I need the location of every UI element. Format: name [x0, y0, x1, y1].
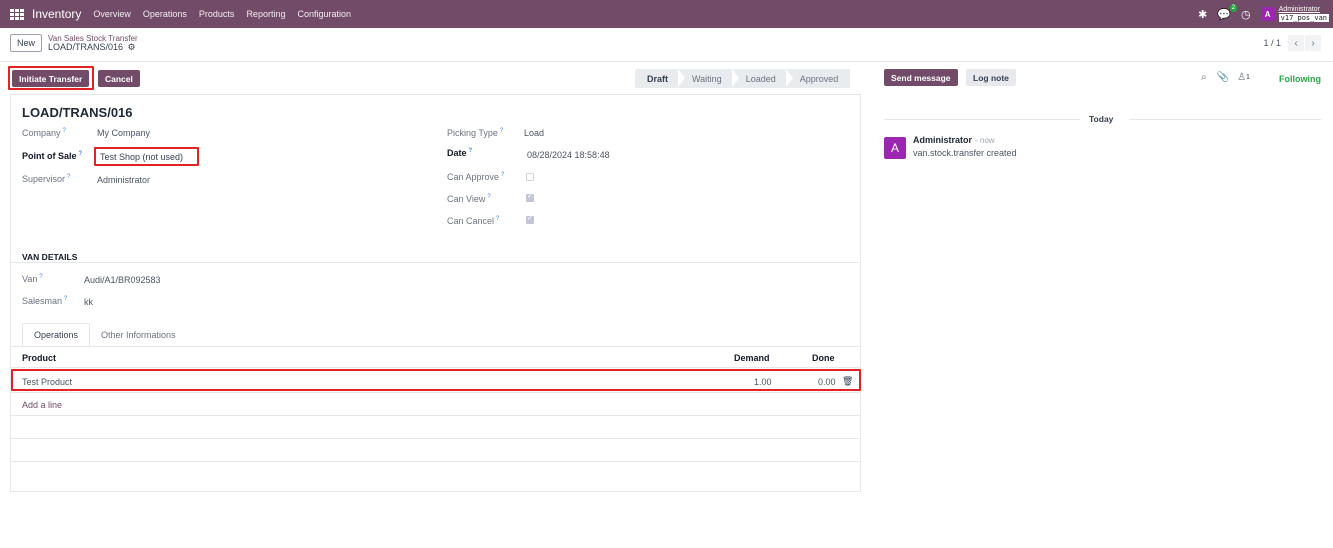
- following-button[interactable]: Following: [1279, 74, 1321, 84]
- company-label: Company?: [22, 128, 66, 138]
- user-name: Administrator: [1278, 6, 1320, 13]
- status-bar: Draft Waiting Loaded Approved: [635, 69, 851, 88]
- supervisor-label: Supervisor?: [22, 174, 71, 184]
- row-done[interactable]: 0.00: [818, 377, 836, 387]
- supervisor-field[interactable]: Administrator: [97, 175, 150, 185]
- row-divider: [11, 415, 860, 416]
- message-time: - now: [975, 136, 995, 145]
- pos-field[interactable]: Test Shop (not used): [100, 152, 183, 162]
- row-divider: [11, 392, 860, 393]
- date-label: Date?: [447, 148, 473, 158]
- pager-counter[interactable]: 1 / 1: [1263, 38, 1281, 48]
- today-separator: Today: [1089, 114, 1114, 124]
- row-divider: [11, 438, 860, 439]
- followers-count: 1: [1246, 74, 1250, 81]
- can-approve-label: Can Approve?: [447, 172, 505, 182]
- van-field[interactable]: Audi/A1/BR092583: [84, 275, 161, 285]
- tabs-divider: [11, 346, 860, 347]
- van-details-heading: VAN DETAILS: [22, 252, 78, 262]
- notebook-tabs: Operations Other Informations: [22, 323, 187, 347]
- stage-loaded[interactable]: Loaded: [731, 69, 786, 88]
- message-body: van.stock.transfer created: [913, 148, 1017, 158]
- search-icon[interactable]: ⌕: [1201, 72, 1207, 83]
- initiate-transfer-button[interactable]: Initiate Transfer: [12, 70, 90, 87]
- pager-previous-icon[interactable]: ‹: [1288, 35, 1304, 51]
- section-divider: [11, 262, 860, 263]
- database-name: v17_pos_van: [1278, 14, 1329, 22]
- bug-icon[interactable]: ✱: [1198, 8, 1207, 21]
- column-done[interactable]: Done: [812, 353, 835, 363]
- row-divider: [11, 461, 860, 462]
- control-panel: New Van Sales Stock Transfer LOAD/TRANS/…: [0, 28, 1333, 62]
- row-demand[interactable]: 1.00: [754, 377, 772, 387]
- chatter-tools: ⌕ 📎 ♙ 1: [1201, 72, 1250, 83]
- app-name[interactable]: Inventory: [32, 7, 81, 21]
- pos-label: Point of Sale?: [22, 151, 83, 161]
- can-view-label: Can View?: [447, 194, 491, 204]
- header-divider: [11, 367, 860, 368]
- stage-draft[interactable]: Draft: [635, 69, 679, 88]
- row-product[interactable]: Test Product: [22, 377, 72, 387]
- gear-icon[interactable]: ⚙: [128, 42, 136, 52]
- pager-next-icon[interactable]: ›: [1305, 35, 1321, 51]
- picking-type-label: Picking Type?: [447, 128, 504, 138]
- followers-icon[interactable]: ♙: [1237, 72, 1246, 83]
- can-approve-checkbox[interactable]: [526, 173, 534, 181]
- activity-clock-icon[interactable]: ◷: [1241, 8, 1251, 21]
- date-field[interactable]: 08/28/2024 18:58:48: [527, 150, 610, 160]
- tab-other-informations[interactable]: Other Informations: [90, 323, 187, 347]
- company-field[interactable]: My Company: [97, 128, 150, 138]
- breadcrumb-current-label: LOAD/TRANS/016: [48, 42, 124, 52]
- user-avatar[interactable]: A: [1260, 7, 1275, 21]
- messages-icon[interactable]: 💬 2: [1217, 3, 1238, 21]
- new-button[interactable]: New: [10, 34, 43, 52]
- menu-products[interactable]: Products: [199, 9, 235, 19]
- form-sheet: LOAD/TRANS/016 Company? My Company Point…: [10, 94, 861, 492]
- today-divider-left: [884, 119, 1080, 120]
- column-product[interactable]: Product: [22, 353, 56, 363]
- stage-approved[interactable]: Approved: [785, 69, 851, 88]
- breadcrumb-current: LOAD/TRANS/016 ⚙: [48, 43, 138, 52]
- record-title: LOAD/TRANS/016: [22, 105, 133, 120]
- pager: 1 / 1 ‹ ›: [1263, 35, 1321, 51]
- trash-icon[interactable]: 🗑: [842, 376, 853, 387]
- top-navbar: Inventory Overview Operations Products R…: [0, 0, 1333, 28]
- today-divider-right: [1129, 119, 1321, 120]
- send-message-button[interactable]: Send message: [884, 69, 958, 86]
- add-line-link[interactable]: Add a line: [22, 400, 62, 410]
- van-label: Van?: [22, 274, 43, 284]
- tab-operations[interactable]: Operations: [22, 323, 91, 347]
- apps-grid-icon[interactable]: [10, 8, 24, 20]
- menu-overview[interactable]: Overview: [93, 9, 131, 19]
- cancel-button[interactable]: Cancel: [98, 70, 140, 87]
- salesman-label: Salesman?: [22, 296, 68, 306]
- salesman-field[interactable]: kk: [84, 297, 93, 307]
- highlight-product-row: [11, 369, 861, 391]
- menu-configuration[interactable]: Configuration: [297, 9, 351, 19]
- can-cancel-label: Can Cancel?: [447, 216, 500, 226]
- message-avatar[interactable]: A: [884, 137, 906, 159]
- message-author[interactable]: Administrator: [913, 135, 972, 145]
- can-view-checkbox[interactable]: [526, 192, 534, 202]
- messages-badge: 2: [1229, 3, 1238, 12]
- column-demand[interactable]: Demand: [734, 353, 770, 363]
- stage-waiting[interactable]: Waiting: [678, 69, 732, 88]
- picking-type-field[interactable]: Load: [524, 128, 544, 138]
- menu-reporting[interactable]: Reporting: [246, 9, 285, 19]
- paperclip-icon[interactable]: 📎: [1217, 72, 1229, 83]
- can-cancel-checkbox[interactable]: [526, 214, 534, 224]
- menu-operations[interactable]: Operations: [143, 9, 187, 19]
- log-note-button[interactable]: Log note: [966, 69, 1016, 86]
- user-menu[interactable]: Administrator v17_pos_van: [1278, 6, 1329, 22]
- breadcrumb: Van Sales Stock Transfer LOAD/TRANS/016 …: [48, 34, 138, 52]
